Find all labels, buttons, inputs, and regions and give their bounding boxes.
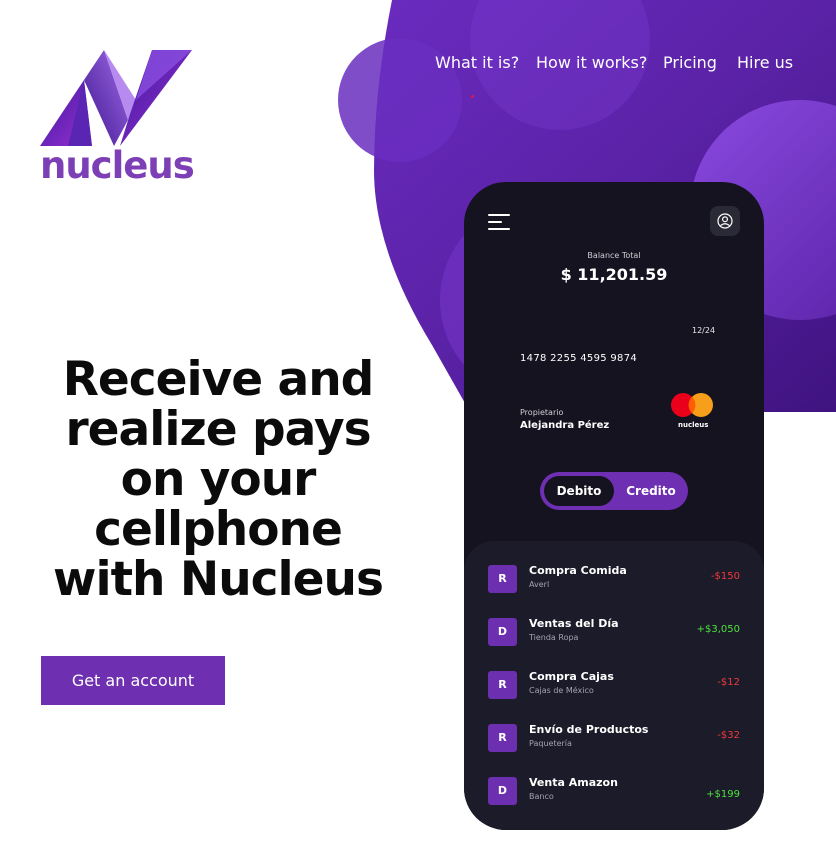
get-an-account-button[interactable]: Get an account [41, 656, 225, 705]
transaction-subtitle: Paquetería [529, 739, 572, 748]
transaction-subtitle: Cajas de México [529, 686, 594, 695]
transaction-type-badge: D [488, 618, 517, 646]
transaction-title: Envío de Productos [529, 723, 649, 736]
transaction-amount: -$32 [717, 730, 740, 741]
transaction-type-badge: D [488, 777, 517, 805]
transaction-title: Ventas del Día [529, 617, 619, 630]
nav-link-how-it-works[interactable]: How it works? [536, 53, 647, 73]
transaction-amount: +$199 [706, 789, 740, 800]
transaction-title: Compra Cajas [529, 670, 614, 683]
phone-mockup: Balance Total $ 11,201.59 12/24 1478 225… [464, 182, 764, 830]
headline-line: Receive and [62, 352, 375, 407]
transaction-type-badge: R [488, 565, 517, 593]
transaction-row[interactable]: D Venta Amazon Banco +$199 [464, 767, 764, 811]
transaction-amount: -$150 [710, 571, 740, 582]
card-owner-name: Alejandra Pérez [520, 420, 610, 431]
card-brand-name: nucleus [678, 421, 709, 429]
transaction-type-badge: R [488, 671, 517, 699]
transaction-title: Compra Comida [529, 564, 627, 577]
hero-headline: Receive and realize pays on your cellpho… [30, 355, 406, 605]
profile-button[interactable] [710, 206, 740, 236]
headline-line: on your [120, 452, 317, 507]
mastercard-logo-icon [671, 393, 713, 417]
main-navigation: What it is? How it works? Pricing Hire u… [0, 53, 836, 83]
active-nav-indicator [471, 95, 474, 98]
transaction-subtitle: Banco [529, 792, 554, 801]
nav-link-pricing[interactable]: Pricing [663, 53, 717, 73]
transaction-amount: -$12 [717, 677, 740, 688]
nav-link-hire-us[interactable]: Hire us [737, 53, 793, 73]
hamburger-menu-icon[interactable] [488, 212, 512, 232]
transaction-amount: +$3,050 [696, 624, 740, 635]
transaction-row[interactable]: R Compra Cajas Cajas de México -$12 [464, 661, 764, 705]
transaction-subtitle: Averl [529, 580, 550, 589]
card-number: 1478 2255 4595 9874 [520, 353, 638, 364]
transaction-row[interactable]: R Envío de Productos Paquetería -$32 [464, 714, 764, 758]
card-owner-label: Propietario [520, 408, 564, 417]
card-expiry: 12/24 [692, 326, 716, 335]
headline-line: cellphone [94, 502, 343, 557]
transaction-row[interactable]: D Ventas del Día Tienda Ropa +$3,050 [464, 608, 764, 652]
transaction-type-badge: R [488, 724, 517, 752]
headline-line: realize pays [65, 402, 371, 457]
brand-name: nucleus [40, 144, 195, 187]
toggle-debito[interactable]: Debito [544, 476, 614, 506]
transactions-panel: R Compra Comida Averl -$150 D Ventas del… [464, 541, 764, 830]
balance-label: Balance Total [587, 251, 641, 260]
nav-link-what-it-is[interactable]: What it is? [435, 53, 519, 73]
transaction-subtitle: Tienda Ropa [529, 633, 579, 642]
transaction-title: Venta Amazon [529, 776, 618, 789]
user-icon [717, 213, 733, 229]
toggle-credito[interactable]: Credito [616, 476, 686, 506]
card-type-toggle: Debito Credito [540, 472, 688, 510]
balance-amount: $ 11,201.59 [560, 265, 668, 284]
transaction-row[interactable]: R Compra Comida Averl -$150 [464, 555, 764, 599]
headline-line: with Nucleus [53, 552, 384, 607]
